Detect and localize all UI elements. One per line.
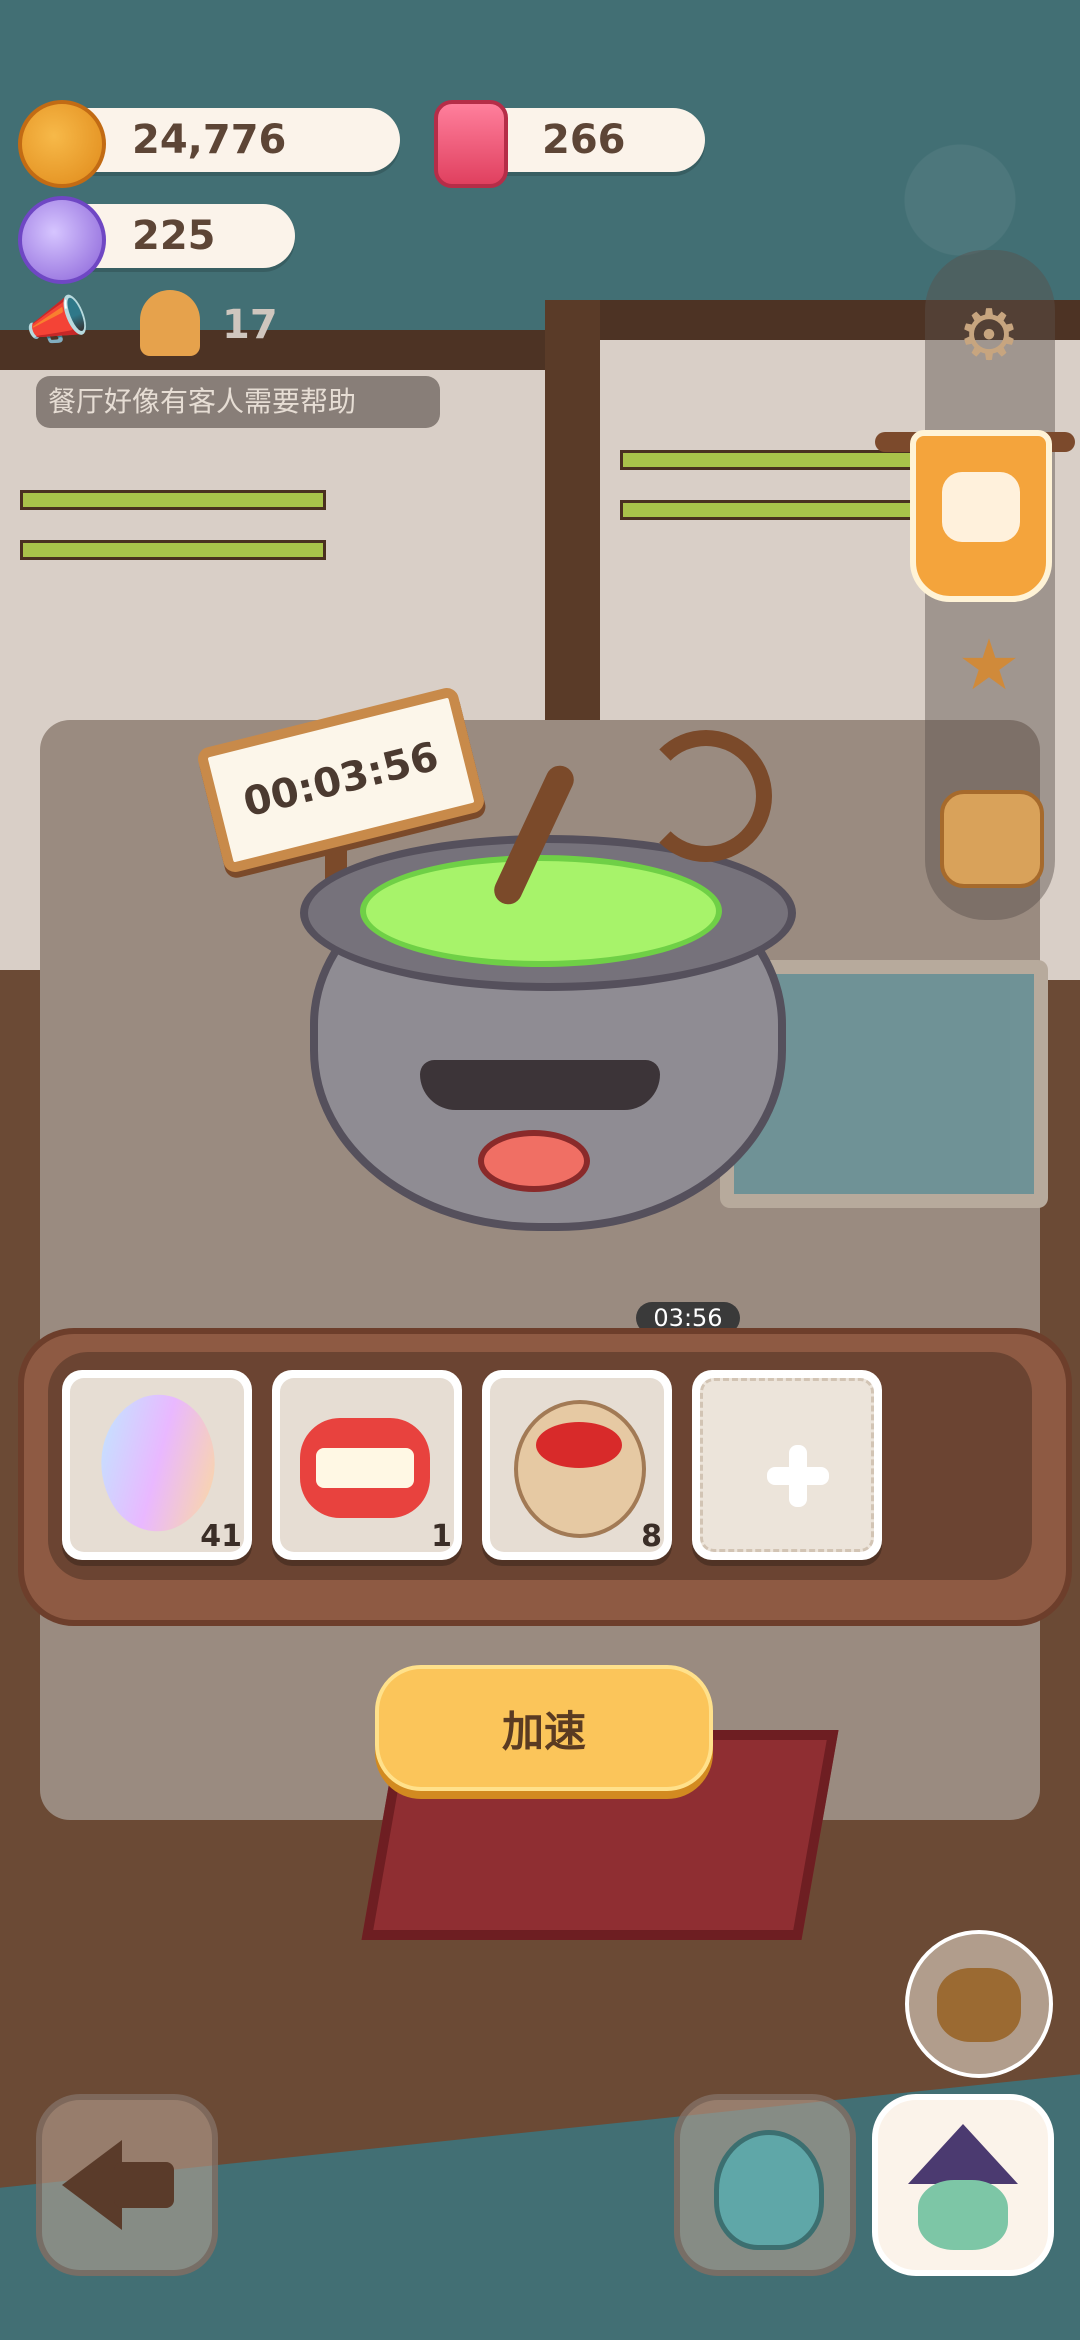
window — [20, 490, 326, 510]
gear-icon[interactable]: ⚙ — [944, 290, 1034, 380]
back-arrow-tail — [114, 2162, 174, 2208]
slot-bg — [280, 1378, 454, 1552]
window — [620, 450, 926, 470]
notice-message: 餐厅好像有客人需要帮助 — [36, 376, 440, 428]
ingredient-slot-berries[interactable]: 8 — [482, 1370, 672, 1560]
candle-count: 266 — [542, 117, 626, 163]
witch-face-icon — [918, 2180, 1008, 2250]
customer-face-icon — [937, 1968, 1021, 2042]
green-brew — [360, 855, 722, 967]
slot-bg — [700, 1378, 874, 1552]
star-medal-icon[interactable]: ★ — [944, 620, 1034, 710]
megaphone-icon[interactable]: 📣 — [25, 290, 90, 351]
camera-tab[interactable] — [910, 430, 1052, 602]
backpack-icon[interactable] — [940, 790, 1044, 888]
camera-icon — [942, 472, 1020, 542]
gingerbread-count: 17 — [222, 302, 278, 348]
cauldron-lips — [478, 1130, 590, 1192]
customer-avatar-button[interactable] — [905, 1930, 1053, 2078]
candy-gem-icon — [18, 196, 106, 284]
window — [20, 540, 326, 560]
feather-count: 41 — [200, 1519, 242, 1554]
cookie-count: 24,776 — [132, 117, 287, 163]
ingredient-slot-add[interactable] — [692, 1370, 882, 1560]
ladle-curl — [640, 730, 772, 862]
back-arrow-icon — [62, 2140, 122, 2230]
berry-count: 8 — [641, 1519, 662, 1554]
berry-sack-icon — [514, 1400, 646, 1538]
wall-beam — [545, 300, 600, 740]
potion-button[interactable] — [674, 2094, 856, 2276]
potion-icon — [714, 2130, 824, 2250]
window — [620, 500, 926, 520]
teeth-icon — [300, 1418, 430, 1518]
witch-hat-icon — [908, 2124, 1018, 2184]
speed-up-button[interactable]: 加速 — [375, 1665, 713, 1791]
ingredient-slot-feather[interactable]: 41 — [62, 1370, 252, 1560]
cookie-icon — [18, 100, 106, 188]
witch-character-button[interactable] — [872, 2094, 1054, 2276]
gingerbread-icon — [140, 290, 200, 356]
berries — [536, 1422, 622, 1468]
gem-count: 225 — [132, 213, 216, 259]
back-button[interactable] — [36, 2094, 218, 2276]
teeth-row — [316, 1448, 414, 1488]
plus-icon — [767, 1445, 829, 1507]
ingredient-slot-teeth[interactable]: 1 — [272, 1370, 462, 1560]
candle-icon — [434, 100, 508, 188]
teeth-count: 1 — [431, 1519, 452, 1554]
cauldron-sunglasses — [420, 1060, 660, 1110]
slot-bg — [490, 1378, 664, 1552]
